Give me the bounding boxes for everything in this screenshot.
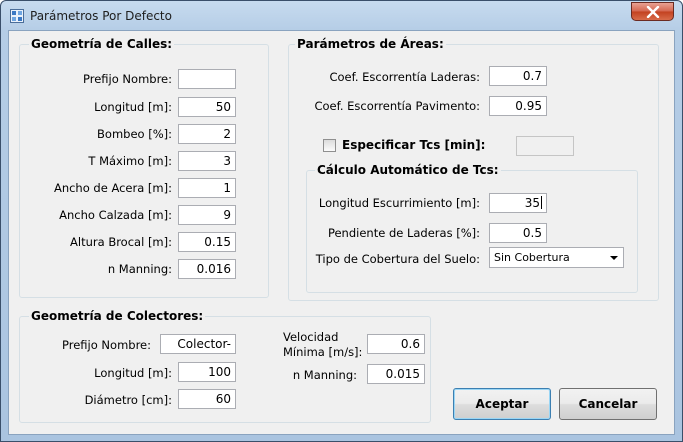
calles-brocal-input[interactable]: 0.15 (178, 232, 236, 252)
especificar-tcs-checkbox[interactable] (323, 139, 336, 152)
coef-pavimento-input[interactable]: 0.95 (489, 96, 547, 116)
pendiente-laderas-label: Pendiente de Laderas [%]: (327, 226, 480, 240)
colectores-manning-label: n Manning: (292, 368, 357, 382)
close-button[interactable] (631, 2, 674, 21)
calles-calzada-label: Ancho Calzada [m]: (59, 208, 172, 222)
pendiente-laderas-input[interactable]: 0.5 (489, 223, 547, 243)
calles-tmaximo-input[interactable]: 3 (178, 151, 236, 171)
app-icon (10, 9, 24, 23)
especificar-tcs-input (516, 136, 574, 156)
calles-group-title: Geometría de Calles: (29, 37, 175, 51)
window-title: Parámetros Por Defecto (30, 9, 172, 23)
velocidad-minima-input[interactable]: 0.6 (367, 334, 425, 354)
calles-acera-label: Ancho de Acera [m]: (53, 181, 172, 195)
coef-laderas-input[interactable]: 0.7 (489, 66, 547, 86)
coef-laderas-label: Coef. Escorrentía Laderas: (329, 70, 480, 84)
cancelar-button[interactable]: Cancelar (559, 388, 657, 420)
velocidad-label-line1: Velocidad (283, 330, 339, 344)
dialog-window: Parámetros Por Defecto Geometría de Call… (0, 0, 683, 442)
calles-bombeo-label: Bombeo [%]: (97, 127, 172, 141)
calles-longitud-input[interactable]: 50 (178, 97, 236, 117)
colectores-manning-input[interactable]: 0.015 (367, 364, 425, 384)
calles-longitud-label: Longitud [m]: (94, 100, 172, 114)
calles-manning-input[interactable]: 0.016 (178, 259, 236, 279)
longitud-escurrimiento-label: Longitud Escurrimiento [m]: (318, 196, 480, 210)
colectores-longitud-input[interactable]: 100 (178, 362, 236, 382)
colectores-diametro-label: Diámetro [cm]: (84, 393, 172, 407)
areas-group-title: Parámetros de Áreas: (295, 37, 446, 51)
calles-calzada-input[interactable]: 9 (178, 205, 236, 225)
close-icon (646, 6, 660, 18)
calles-bombeo-input[interactable]: 2 (178, 124, 236, 144)
text-cursor (541, 196, 542, 209)
colectores-diametro-input[interactable]: 60 (178, 389, 236, 409)
aceptar-button[interactable]: Aceptar (453, 388, 551, 420)
colectores-prefijo-input[interactable]: Colector- (160, 334, 236, 354)
client-area: Geometría de Calles: Prefijo Nombre: Lon… (8, 30, 675, 435)
calles-prefijo-input[interactable] (178, 69, 236, 89)
longitud-escurrimiento-value: 35 (524, 196, 540, 210)
velocidad-label-line2: Mínima [m/s]: (283, 345, 363, 359)
longitud-escurrimiento-input[interactable]: 35 (489, 193, 547, 213)
coef-pavimento-label: Coef. Escorrentía Pavimento: (314, 99, 480, 113)
calles-manning-label: n Manning: (107, 262, 172, 276)
colectores-longitud-label: Longitud [m]: (94, 366, 172, 380)
calles-brocal-label: Altura Brocal [m]: (70, 235, 172, 249)
cobertura-select[interactable]: Sin Cobertura (489, 247, 624, 268)
especificar-tcs-label[interactable]: Especificar Tcs [min]: (342, 138, 485, 152)
calculo-group-title: Cálculo Automático de Tcs: (315, 163, 501, 177)
title-bar[interactable]: Parámetros Por Defecto (1, 1, 682, 31)
calles-acera-input[interactable]: 1 (178, 178, 236, 198)
calles-tmaximo-label: T Máximo [m]: (88, 154, 172, 168)
colectores-prefijo-label: Prefijo Nombre: (62, 338, 151, 352)
colectores-group-title: Geometría de Colectores: (29, 309, 206, 323)
cobertura-label: Tipo de Cobertura del Suelo: (315, 252, 480, 266)
calles-prefijo-label: Prefijo Nombre: (83, 72, 172, 86)
cobertura-selected-value: Sin Cobertura (494, 251, 570, 264)
chevron-down-icon (610, 256, 618, 260)
